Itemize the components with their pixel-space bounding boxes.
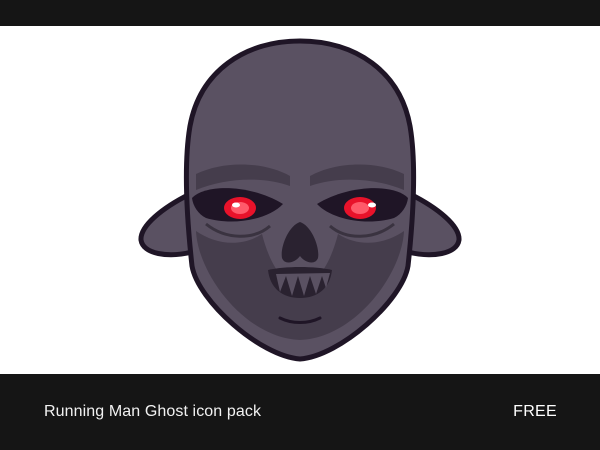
right-ear <box>405 191 462 258</box>
icon-preview-canvas <box>0 26 600 374</box>
ghost-face-icon <box>138 38 462 362</box>
left-ear <box>138 191 195 258</box>
preview-page: Running Man Ghost icon pack FREE <box>0 0 600 450</box>
top-bar <box>0 0 600 26</box>
footer-bar: Running Man Ghost icon pack FREE <box>0 374 600 450</box>
price-label: FREE <box>513 403 557 420</box>
pack-title: Running Man Ghost icon pack <box>44 403 262 420</box>
